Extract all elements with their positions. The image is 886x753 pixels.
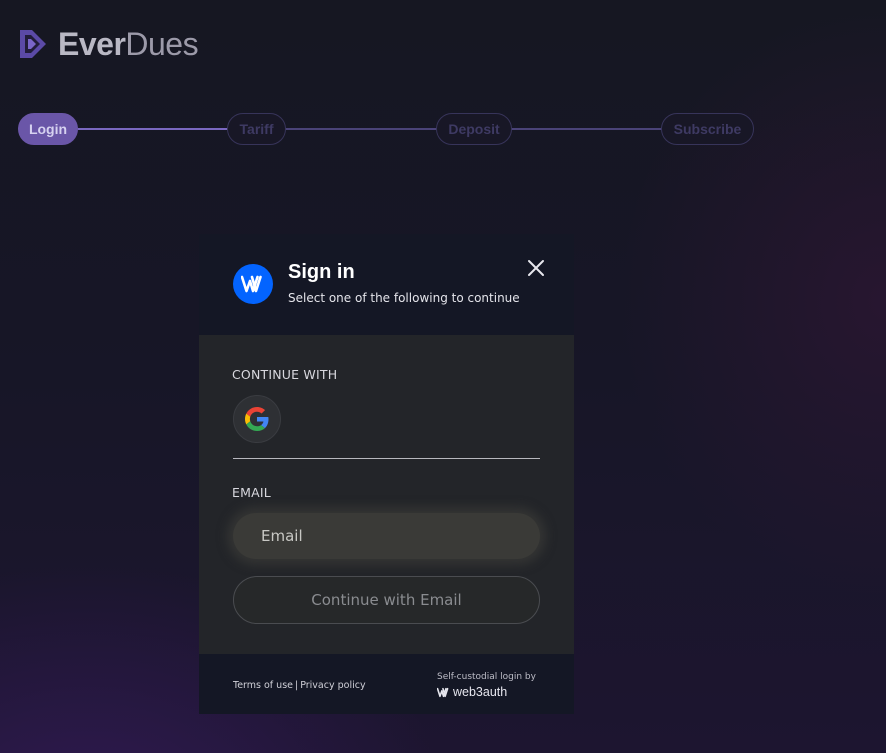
footer-links: Terms of use | Privacy policy xyxy=(233,680,366,691)
step-subscribe[interactable]: Subscribe xyxy=(661,113,754,145)
brand-name: EverDues xyxy=(58,26,199,62)
brand-name-part2: Dues xyxy=(125,26,199,62)
stepper-connector xyxy=(78,128,228,130)
google-login-button[interactable] xyxy=(233,395,281,443)
terms-of-use-link[interactable]: Terms of use xyxy=(233,680,293,691)
web3auth-brand[interactable]: web3auth xyxy=(437,685,536,699)
section-divider xyxy=(233,458,540,459)
modal-title: Sign in xyxy=(288,261,355,283)
progress-stepper: Login Tariff Deposit Subscribe xyxy=(0,0,886,160)
step-tariff[interactable]: Tariff xyxy=(227,113,286,145)
powered-by-text: Self-custodial login by xyxy=(437,672,536,682)
everdues-play-logo-icon xyxy=(20,30,46,58)
web3auth-w-icon xyxy=(437,687,449,697)
web3auth-w-icon xyxy=(233,264,273,304)
sign-in-modal: Sign in Select one of the following to c… xyxy=(199,234,574,714)
stepper-connector xyxy=(511,128,662,130)
footer-separator: | xyxy=(295,680,299,691)
email-label: EMAIL xyxy=(232,485,271,500)
everdues-logo[interactable]: EverDues xyxy=(18,26,199,62)
privacy-policy-link[interactable]: Privacy policy xyxy=(300,680,365,691)
step-login[interactable]: Login xyxy=(18,113,78,145)
continue-with-label: CONTINUE WITH xyxy=(232,367,338,382)
google-g-icon xyxy=(245,407,269,431)
modal-footer: Terms of use | Privacy policy Self-custo… xyxy=(199,654,574,714)
modal-header: Sign in Select one of the following to c… xyxy=(199,234,574,335)
powered-by: Self-custodial login by web3auth xyxy=(437,672,536,699)
close-icon xyxy=(528,260,544,276)
continue-with-email-button[interactable]: Continue with Email xyxy=(233,576,540,624)
close-button[interactable] xyxy=(524,256,548,280)
modal-subtitle: Select one of the following to continue xyxy=(288,291,520,305)
step-deposit[interactable]: Deposit xyxy=(436,113,512,145)
web3auth-brand-label: web3auth xyxy=(453,685,508,699)
brand-name-part1: Ever xyxy=(58,26,126,62)
stepper-connector xyxy=(285,128,437,130)
email-field[interactable] xyxy=(233,513,540,559)
